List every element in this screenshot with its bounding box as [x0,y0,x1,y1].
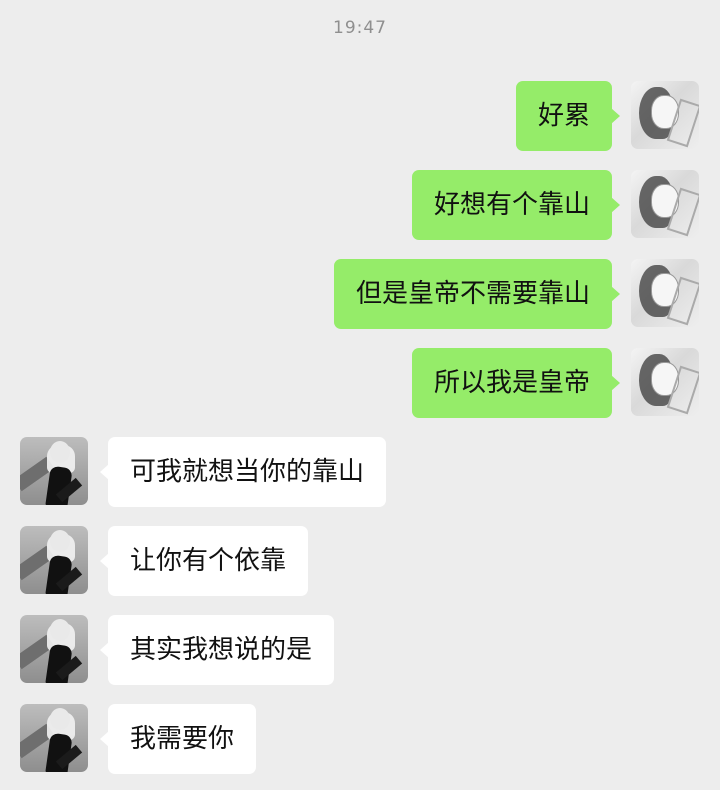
contact-avatar[interactable] [20,615,88,683]
received-message-bubble[interactable]: 我需要你 [99,704,257,774]
sent-message-bubble[interactable]: 好累 [515,81,621,151]
message-row-received: 其实我想说的是 [0,615,720,685]
message-row-sent: 好累 [0,81,720,151]
sent-message-bubble[interactable]: 好想有个靠山 [411,170,621,240]
sent-message-bubble[interactable]: 但是皇帝不需要靠山 [333,259,621,329]
received-message-bubble[interactable]: 可我就想当你的靠山 [99,437,387,507]
self-avatar[interactable] [631,348,699,416]
self-avatar[interactable] [631,81,699,149]
sent-message-bubble[interactable]: 所以我是皇帝 [411,348,621,418]
message-row-sent: 但是皇帝不需要靠山 [0,259,720,329]
message-row-received: 让你有个依靠 [0,526,720,596]
contact-avatar[interactable] [20,437,88,505]
chat-timestamp: 19:47 [333,18,387,38]
self-avatar[interactable] [631,259,699,327]
message-row-received: 可我就想当你的靠山 [0,437,720,507]
message-row-sent: 好想有个靠山 [0,170,720,240]
received-message-bubble[interactable]: 其实我想说的是 [99,615,335,685]
self-avatar[interactable] [631,170,699,238]
contact-avatar[interactable] [20,526,88,594]
message-row-sent: 所以我是皇帝 [0,348,720,418]
message-row-received: 我需要你 [0,704,720,774]
received-message-bubble[interactable]: 让你有个依靠 [99,526,309,596]
contact-avatar[interactable] [20,704,88,772]
